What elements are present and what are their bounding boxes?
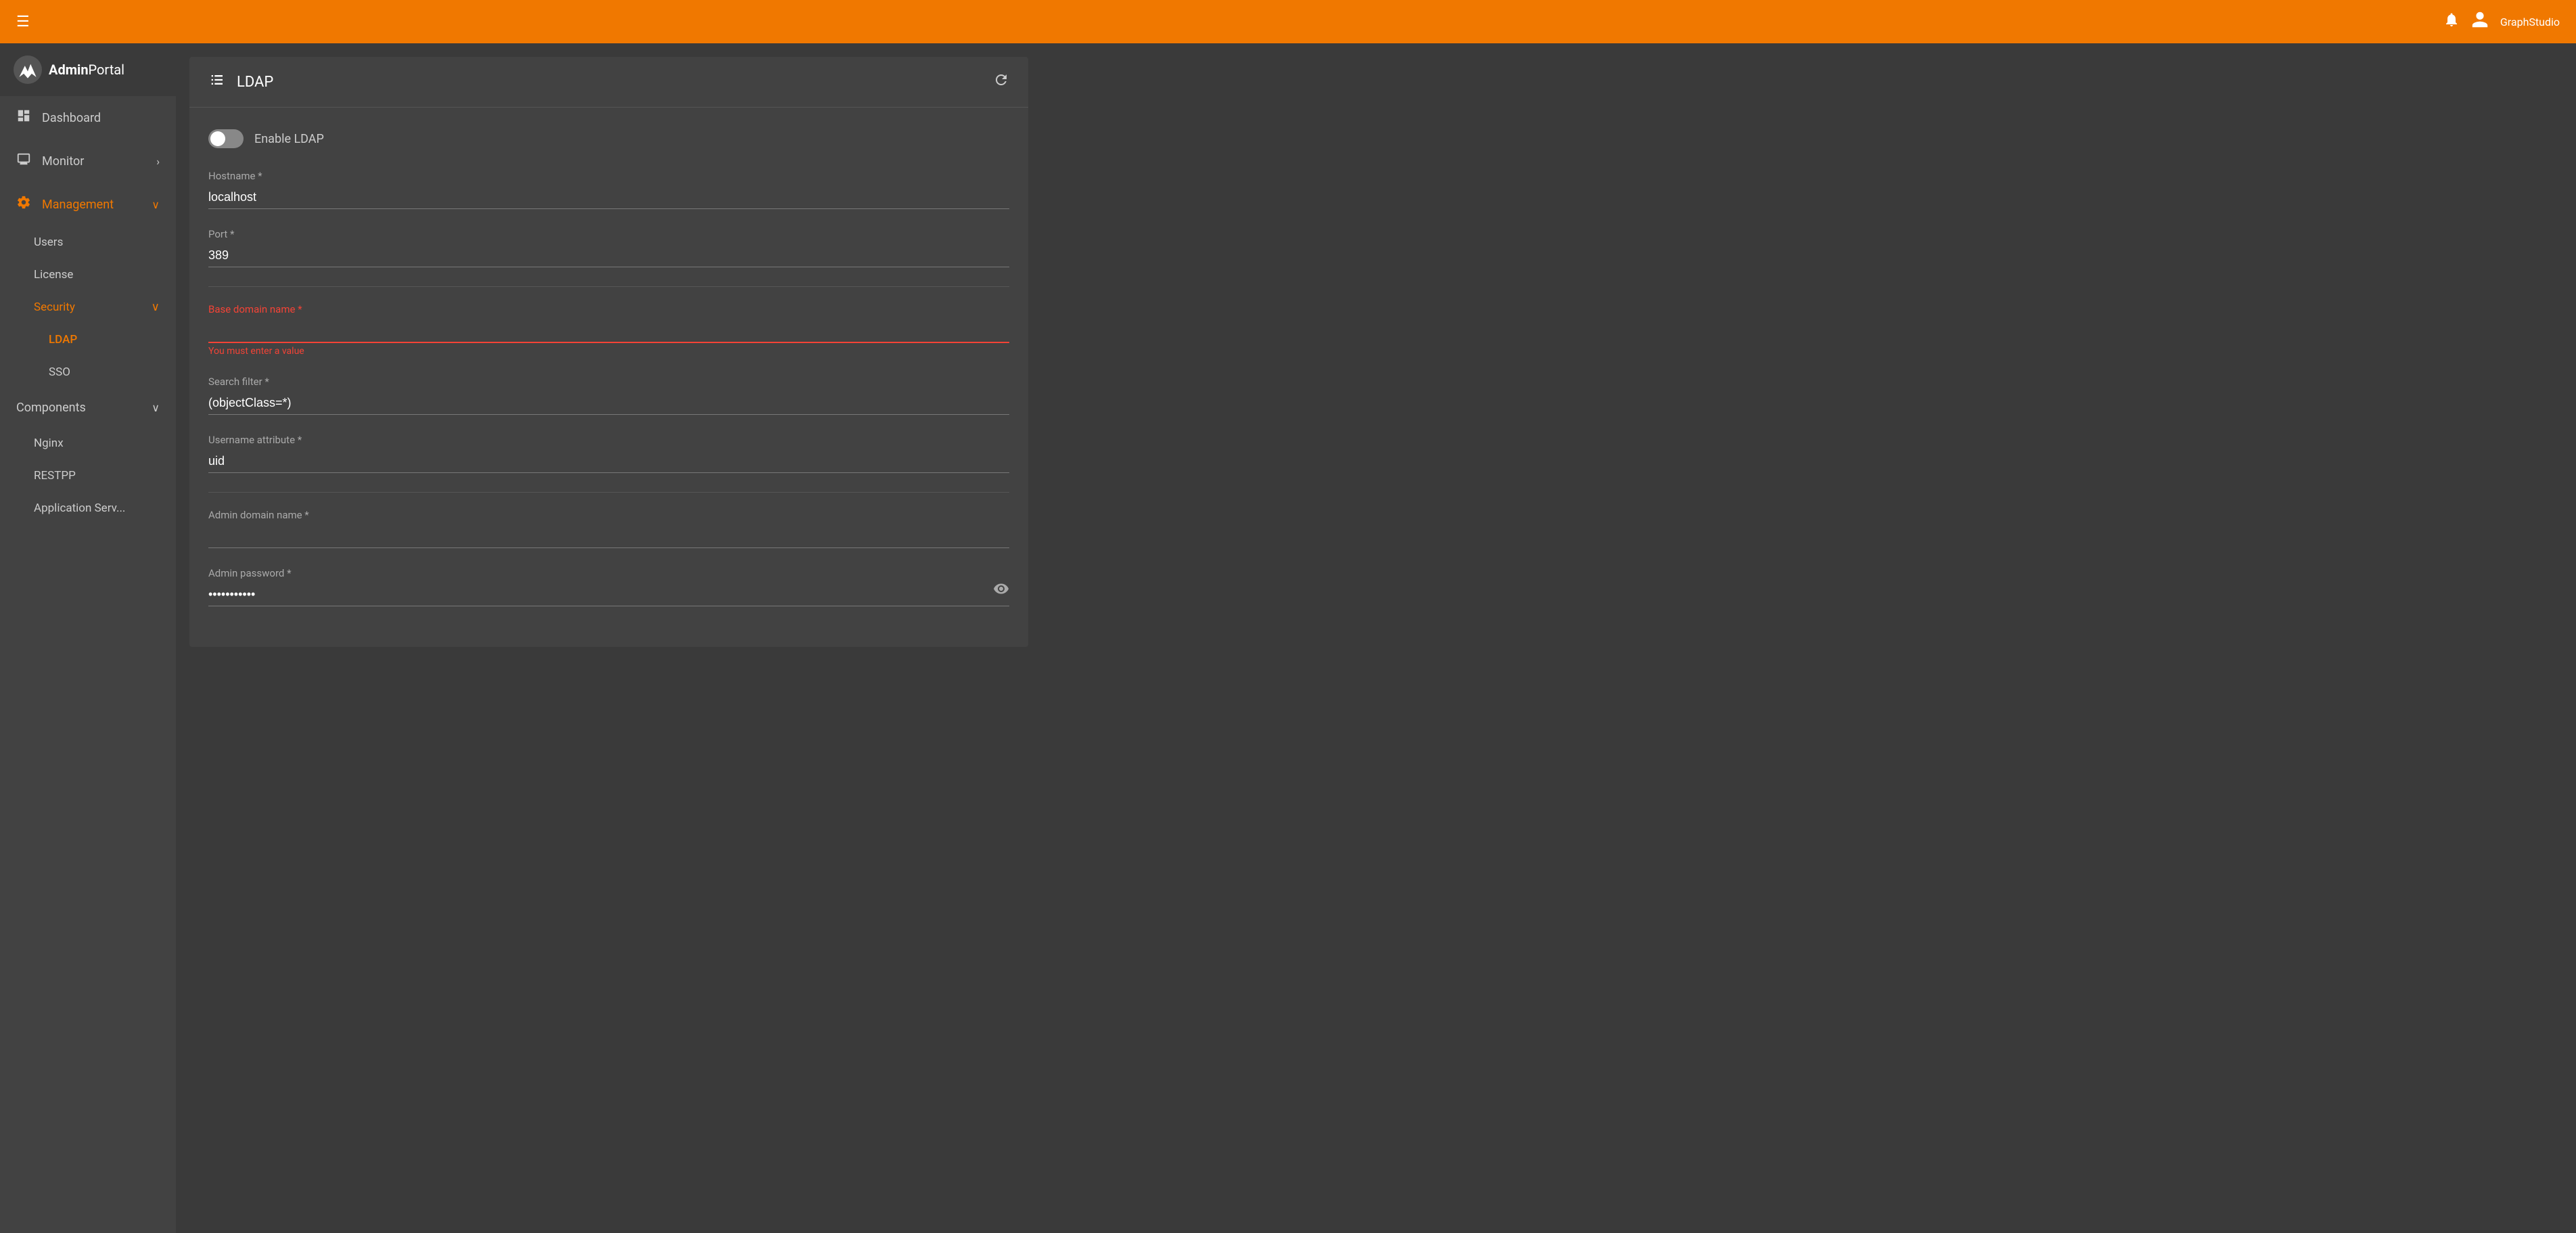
chevron-right-icon: › (156, 155, 160, 168)
password-wrap (208, 583, 1009, 606)
port-input[interactable] (208, 244, 1009, 267)
enable-ldap-toggle[interactable] (208, 129, 244, 148)
sidebar-item-dashboard[interactable]: Dashboard (0, 96, 176, 139)
logo-text: AdminPortal (49, 62, 124, 78)
sidebar-item-sso[interactable]: SSO (0, 356, 176, 388)
management-icon (16, 195, 31, 214)
card-title-text: LDAP (237, 74, 273, 91)
sidebar-item-label: Application Serv... (34, 501, 125, 515)
search-filter-input[interactable] (208, 392, 1009, 415)
hostname-input[interactable] (208, 186, 1009, 209)
hostname-label: Hostname * (208, 170, 1009, 182)
enable-ldap-row: Enable LDAP (208, 129, 1009, 148)
divider-2 (208, 492, 1009, 493)
enable-ldap-label: Enable LDAP (254, 132, 324, 146)
sidebar-item-label: RESTPP (34, 469, 76, 483)
admin-password-input[interactable] (208, 583, 1009, 606)
password-visibility-toggle[interactable] (993, 581, 1009, 601)
admin-domain-label: Admin domain name * (208, 509, 1009, 521)
admin-domain-input[interactable] (208, 525, 1009, 548)
sidebar-item-security[interactable]: Security ∨ (0, 291, 176, 323)
ldap-card: LDAP Enable LDAP (189, 57, 1028, 647)
main-layout: AdminPortal Dashboard Monitor › (0, 43, 2576, 1233)
header-left: ☰ (16, 14, 30, 30)
sidebar-item-label: Components (16, 401, 86, 415)
admin-password-group: Admin password * (208, 567, 1009, 606)
ldap-title-icon (208, 70, 227, 93)
chevron-down-icon: ∨ (152, 300, 160, 314)
account-icon[interactable] (2470, 10, 2489, 33)
port-label: Port * (208, 228, 1009, 240)
sidebar-item-label: Users (34, 236, 63, 249)
sidebar-item-management[interactable]: Management ∨ (0, 183, 176, 226)
hamburger-icon[interactable]: ☰ (16, 14, 30, 30)
sidebar-item-license[interactable]: License (0, 259, 176, 291)
sidebar-item-label: LDAP (49, 333, 77, 346)
sidebar-item-restpp[interactable]: RESTPP (0, 459, 176, 492)
search-filter-label: Search filter * (208, 376, 1009, 388)
monitor-icon (16, 152, 31, 171)
search-filter-group: Search filter * (208, 376, 1009, 415)
user-name: GraphStudio (2500, 16, 2560, 28)
card-body: Enable LDAP Hostname * Port * Base domai… (189, 108, 1028, 647)
admin-domain-group: Admin domain name * (208, 509, 1009, 548)
bell-icon[interactable] (2443, 12, 2460, 32)
sidebar-item-appserver[interactable]: Application Serv... (0, 492, 176, 524)
sidebar-item-label: Monitor (42, 154, 84, 169)
toggle-thumb (210, 131, 225, 146)
sidebar-item-nginx[interactable]: Nginx (0, 427, 176, 459)
sidebar-item-components[interactable]: Components ∨ (0, 388, 176, 427)
sidebar-item-label: Dashboard (42, 111, 101, 125)
username-attr-input[interactable] (208, 450, 1009, 473)
sidebar-item-users[interactable]: Users (0, 226, 176, 259)
chevron-down-icon: ∨ (152, 198, 160, 211)
base-domain-input[interactable] (208, 319, 1009, 343)
base-domain-label: Base domain name * (208, 303, 1009, 315)
admin-password-label: Admin password * (208, 567, 1009, 579)
refresh-icon[interactable] (993, 72, 1009, 92)
sidebar-logo: AdminPortal (0, 43, 176, 96)
sidebar-item-label: Security (34, 300, 75, 314)
card-title: LDAP (208, 70, 273, 93)
header-right: GraphStudio (2443, 10, 2560, 33)
sidebar-item-label: License (34, 268, 73, 282)
content-area: LDAP Enable LDAP (176, 43, 2576, 1233)
base-domain-group: Base domain name * You must enter a valu… (208, 303, 1009, 357)
username-attr-group: Username attribute * (208, 434, 1009, 473)
divider-1 (208, 286, 1009, 287)
sidebar-item-label: Management (42, 198, 114, 212)
base-domain-error: You must enter a value (208, 346, 1009, 357)
chevron-down-icon: ∨ (152, 401, 160, 414)
sidebar: AdminPortal Dashboard Monitor › (0, 43, 176, 1233)
sidebar-item-ldap[interactable]: LDAP (0, 323, 176, 356)
top-header: ☰ GraphStudio (0, 0, 2576, 43)
card-header: LDAP (189, 57, 1028, 108)
port-group: Port * (208, 228, 1009, 267)
username-attr-label: Username attribute * (208, 434, 1009, 446)
sidebar-item-label: SSO (49, 365, 70, 379)
sidebar-item-label: Nginx (34, 436, 64, 450)
dashboard-icon (16, 108, 31, 127)
hostname-group: Hostname * (208, 170, 1009, 209)
sidebar-item-monitor[interactable]: Monitor › (0, 139, 176, 183)
